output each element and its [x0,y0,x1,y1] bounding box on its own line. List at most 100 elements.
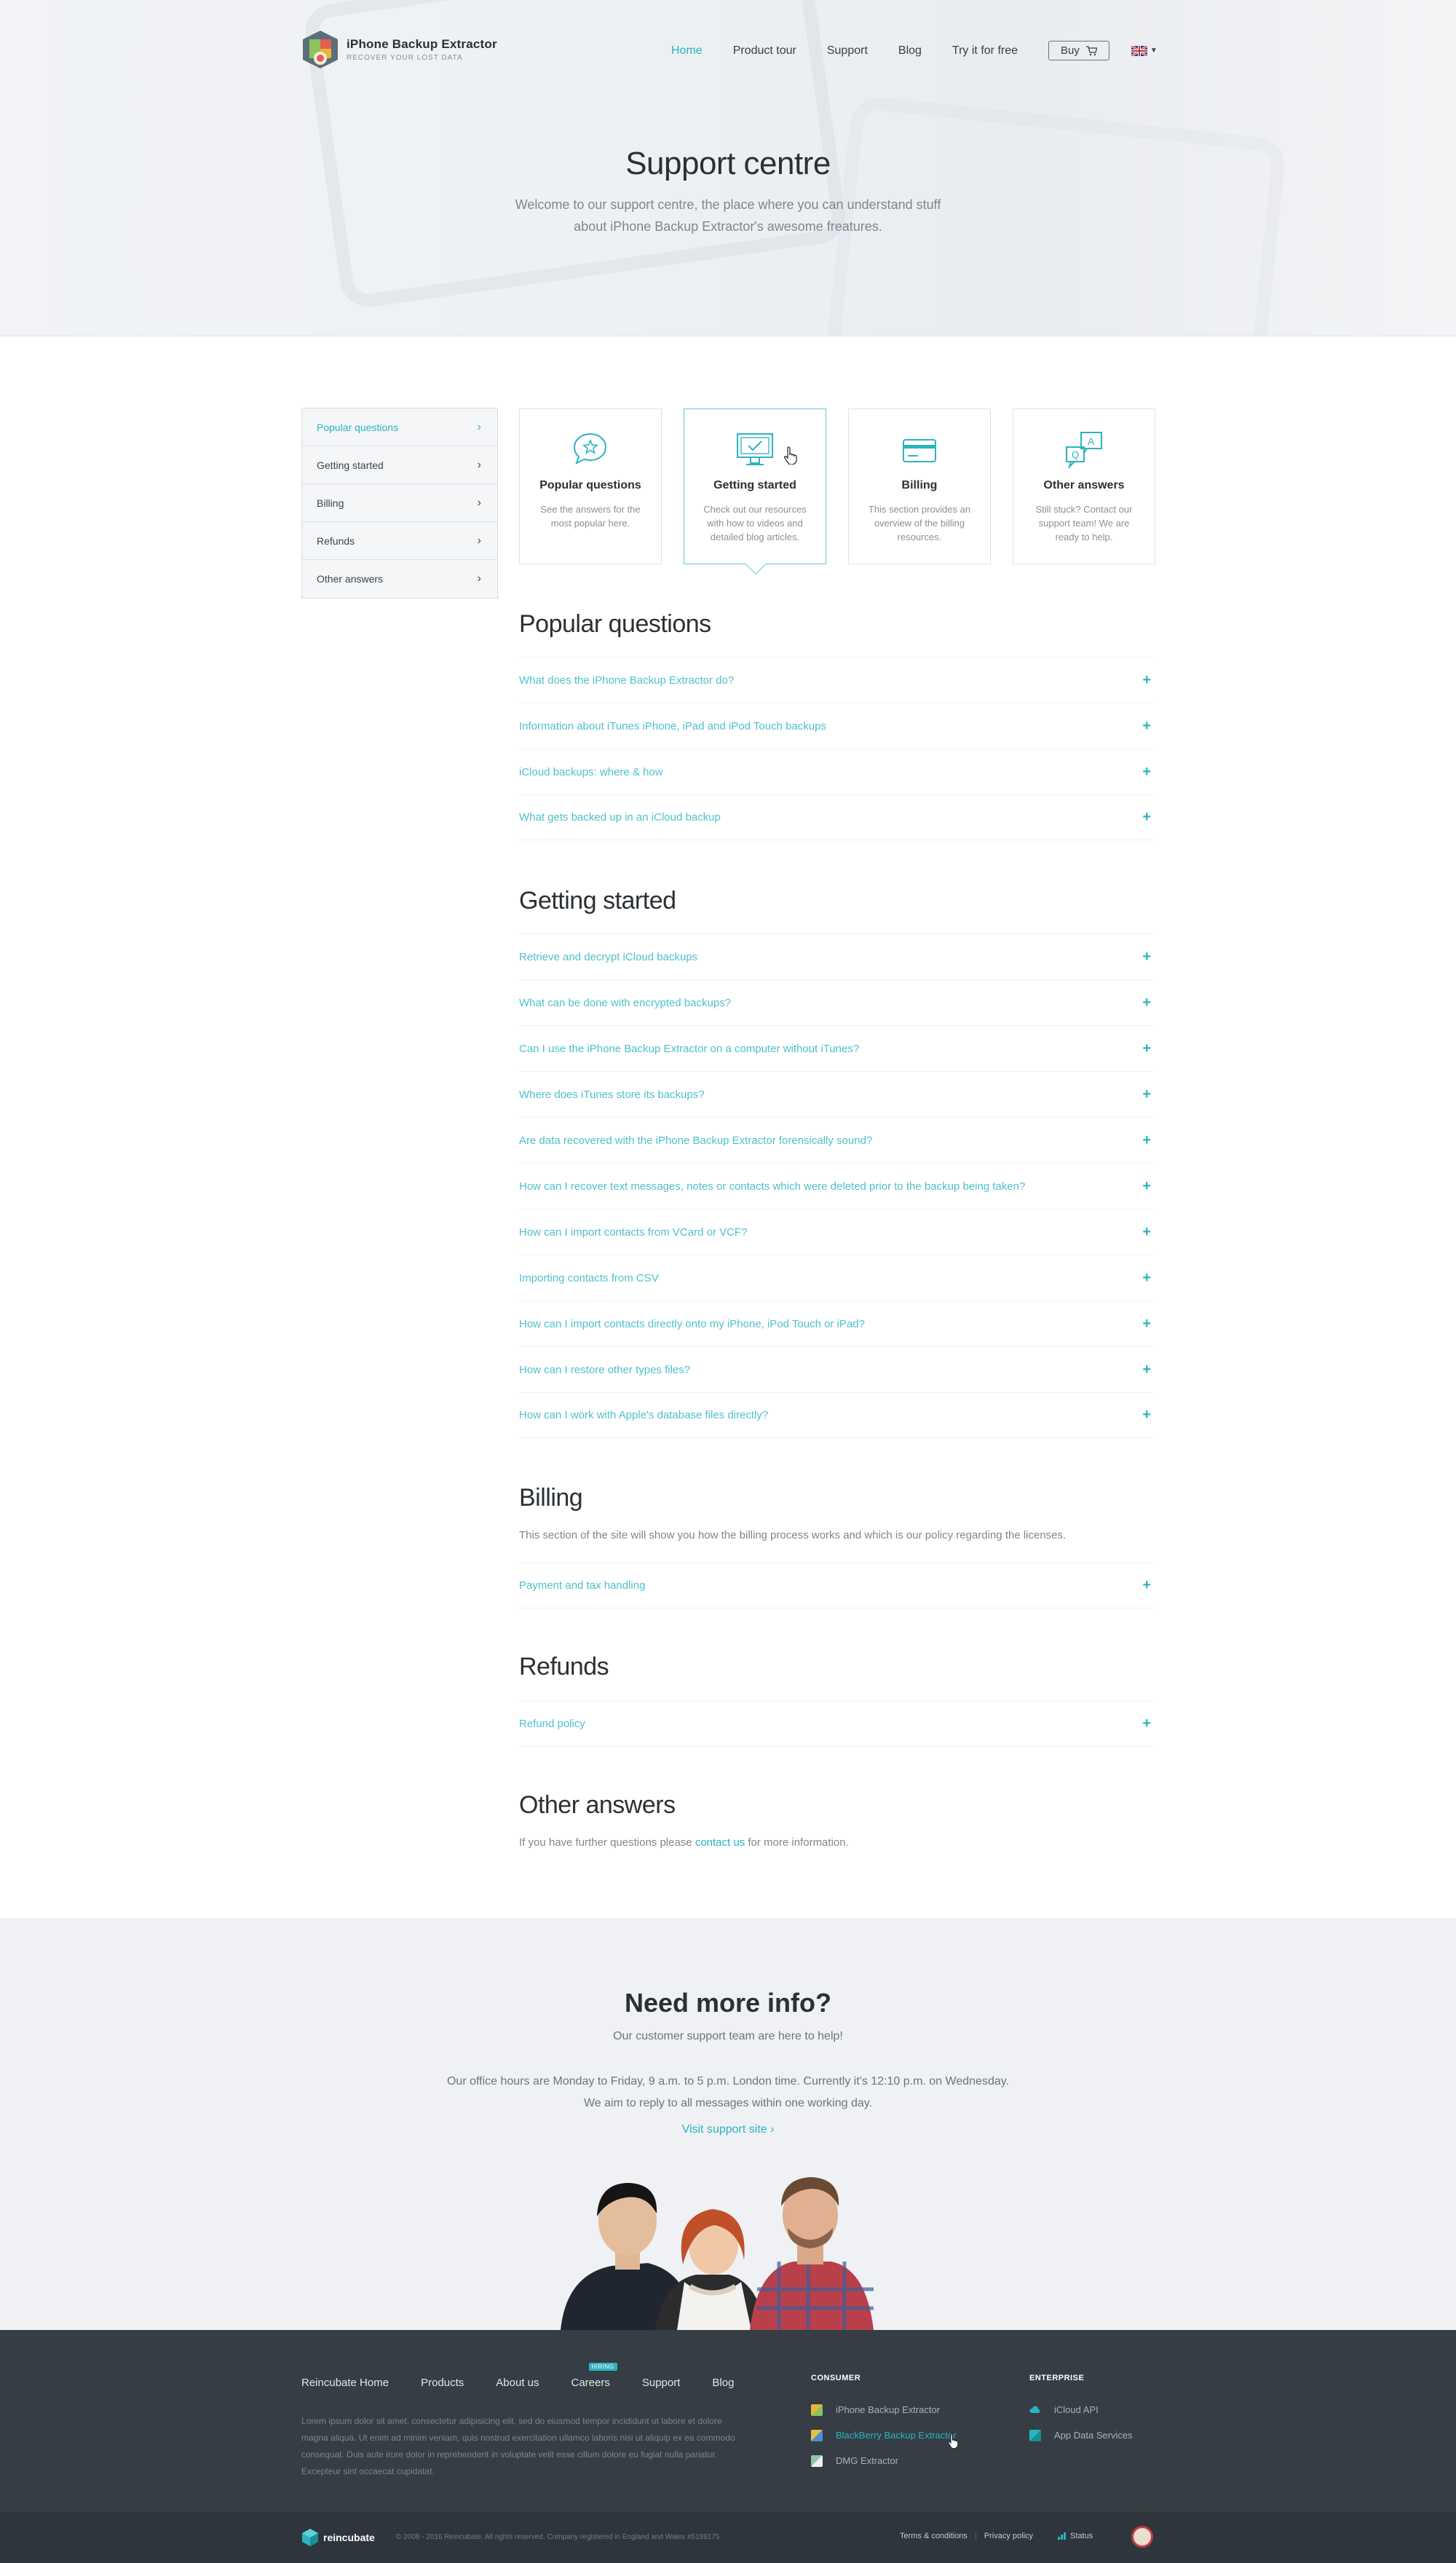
language-selector[interactable]: ▼ [1131,45,1158,56]
page-title: Support centre [625,146,831,181]
faq-item[interactable]: What can be done with encrypted backups?… [519,979,1154,1025]
main-nav: Home Product tour Support Blog Try it fo… [671,41,1158,60]
star-chat-icon [520,431,661,469]
divider: | [974,2532,977,2540]
footer-link-reincubate-home[interactable]: Reincubate Home [301,2377,389,2389]
product-label: iPhone Backup Extractor [836,2404,941,2415]
plus-icon: + [1142,1577,1151,1593]
faq-item[interactable]: iCloud backups: where & how + [519,749,1154,794]
chevron-right-icon: › [477,496,481,509]
other-text-after: for more information. [745,1836,849,1849]
sidebar-item-other-answers[interactable]: Other answers › [302,560,497,598]
card-title: Billing [901,479,938,491]
contact-us-link[interactable]: contact us [695,1836,745,1849]
faq-item[interactable]: How can I import contacts directly onto … [519,1300,1154,1346]
card-getting-started[interactable]: Getting started Check out our resources … [684,408,826,575]
faq-item[interactable]: Can I use the iPhone Backup Extractor on… [519,1025,1154,1071]
site-logo[interactable]: iPhone Backup Extractor RECOVER YOUR LOS… [301,29,497,70]
faq-item[interactable]: Importing contacts from CSV + [519,1255,1154,1300]
terms-link[interactable]: Terms & conditions [900,2532,968,2540]
card-billing[interactable]: Billing This section provides an overvie… [848,408,991,564]
page-subtitle: Welcome to our support centre, the place… [515,197,941,234]
visit-support-link[interactable]: Visit support site › [0,2123,1456,2136]
plus-icon: + [1142,1361,1151,1378]
card-title: Getting started [713,479,796,491]
hiring-badge: HIRING [588,2363,617,2371]
other-text-before: If you have further questions please [519,1836,695,1849]
reincubate-cube-icon [302,2529,318,2546]
careers-label: Careers [571,2377,610,2389]
reincubate-logo[interactable]: reincubate [301,2528,375,2547]
product-label: App Data Services [1054,2430,1133,2441]
need-more-info-section: Need more info? Our customer support tea… [0,1918,1456,2330]
sidebar-item-popular-questions[interactable]: Popular questions › [302,408,497,446]
sidebar-item-billing[interactable]: Billing › [302,484,497,522]
faq-item[interactable]: How can I restore other types files? + [519,1346,1154,1392]
privacy-link[interactable]: Privacy policy [984,2532,1033,2540]
product-label: iCloud API [1054,2404,1099,2415]
nav-home[interactable]: Home [671,44,703,58]
nav-product-tour[interactable]: Product tour [733,44,796,58]
faq-item[interactable]: How can I work with Apple's database fil… [519,1392,1154,1438]
svg-text:A: A [1088,435,1095,447]
faq-item[interactable]: How can I import contacts from VCard or … [519,1209,1154,1255]
faq-item[interactable]: Are data recovered with the iPhone Backu… [519,1117,1154,1163]
faq-item[interactable]: Where does iTunes store its backups? + [519,1071,1154,1117]
footer-link-about[interactable]: About us [496,2377,539,2389]
footer-link-blog[interactable]: Blog [712,2377,734,2389]
plus-icon: + [1142,1715,1151,1731]
card-other-answers[interactable]: AQ Other answers Still stuck? Contact ou… [1013,408,1155,564]
logo-icon [301,29,339,70]
faq-item[interactable]: Payment and tax handling + [519,1563,1154,1608]
nav-support[interactable]: Support [827,44,868,58]
uk-flag-icon [1131,45,1147,56]
hero-section: iPhone Backup Extractor RECOVER YOUR LOS… [0,0,1456,336]
plus-icon: + [1142,948,1151,965]
plus-icon: + [1142,994,1151,1011]
sidebar-item-label: Refunds [317,534,355,547]
faq-list-getting-started: Retrieve and decrypt iCloud backups + Wha… [519,933,1154,1438]
sidebar-item-label: Other answers [317,573,384,585]
faq-item[interactable]: How can I recover text messages, notes o… [519,1163,1154,1209]
status-link[interactable]: Status [1058,2532,1093,2540]
brand-name: reincubate [323,2532,375,2543]
footer-link-products[interactable]: Products [421,2377,464,2389]
blackberry-backup-extractor-icon [811,2429,823,2441]
footer-product-icloud-api[interactable]: iCloud API [1029,2397,1133,2422]
card-description: See the answers for the most popular her… [540,504,641,529]
office-hours: Our office hours are Monday to Friday, 9… [0,2071,1456,2114]
faq-item[interactable]: Retrieve and decrypt iCloud backups + [519,933,1154,979]
footer-product-app-data-services[interactable]: App Data Services [1029,2422,1133,2448]
chevron-right-icon: › [477,572,481,585]
hand-cursor-icon [948,2433,959,2449]
faq-question: How can I work with Apple's database fil… [519,1409,769,1421]
footer-link-careers[interactable]: HIRING Careers [571,2363,617,2389]
nav-blog[interactable]: Blog [898,44,922,58]
footer-link-support[interactable]: Support [642,2377,681,2389]
nav-try-free[interactable]: Try it for free [952,44,1018,58]
faq-item[interactable]: What gets backed up in an iCloud backup + [519,794,1154,840]
faq-item[interactable]: What does the iPhone Backup Extractor do… [519,657,1154,703]
chevron-right-icon: › [477,534,481,547]
sidebar-item-label: Getting started [317,459,384,471]
visit-support-label: Visit support site [681,2123,767,2136]
faq-item[interactable]: Information about iTunes iPhone, iPad an… [519,703,1154,749]
faq-question: How can I import contacts directly onto … [519,1317,865,1330]
faq-list-billing: Payment and tax handling + [519,1563,1154,1608]
chevron-right-icon: › [770,2123,775,2136]
footer-product-dmg-extractor[interactable]: DMG Extractor [811,2448,960,2473]
card-title: Other answers [1043,479,1125,491]
consumer-heading: CONSUMER [811,2374,861,2382]
status-bars-icon [1058,2532,1067,2540]
faq-item[interactable]: Refund policy + [519,1701,1154,1747]
plus-icon: + [1142,1315,1151,1332]
card-popular-questions[interactable]: Popular questions See the answers for th… [519,408,662,564]
footer-product-blackberry-backup-extractor[interactable]: BlackBerry Backup Extractor [811,2422,960,2449]
footer-product-iphone-backup-extractor[interactable]: iPhone Backup Extractor [811,2397,960,2422]
section-title-other-answers: Other answers [519,1791,676,1819]
buy-button[interactable]: Buy [1048,41,1109,60]
card-active-pointer [745,553,767,575]
billing-description: This section of the site will show you h… [519,1529,1067,1541]
sidebar-item-refunds[interactable]: Refunds › [302,522,497,560]
sidebar-item-getting-started[interactable]: Getting started › [302,446,497,484]
